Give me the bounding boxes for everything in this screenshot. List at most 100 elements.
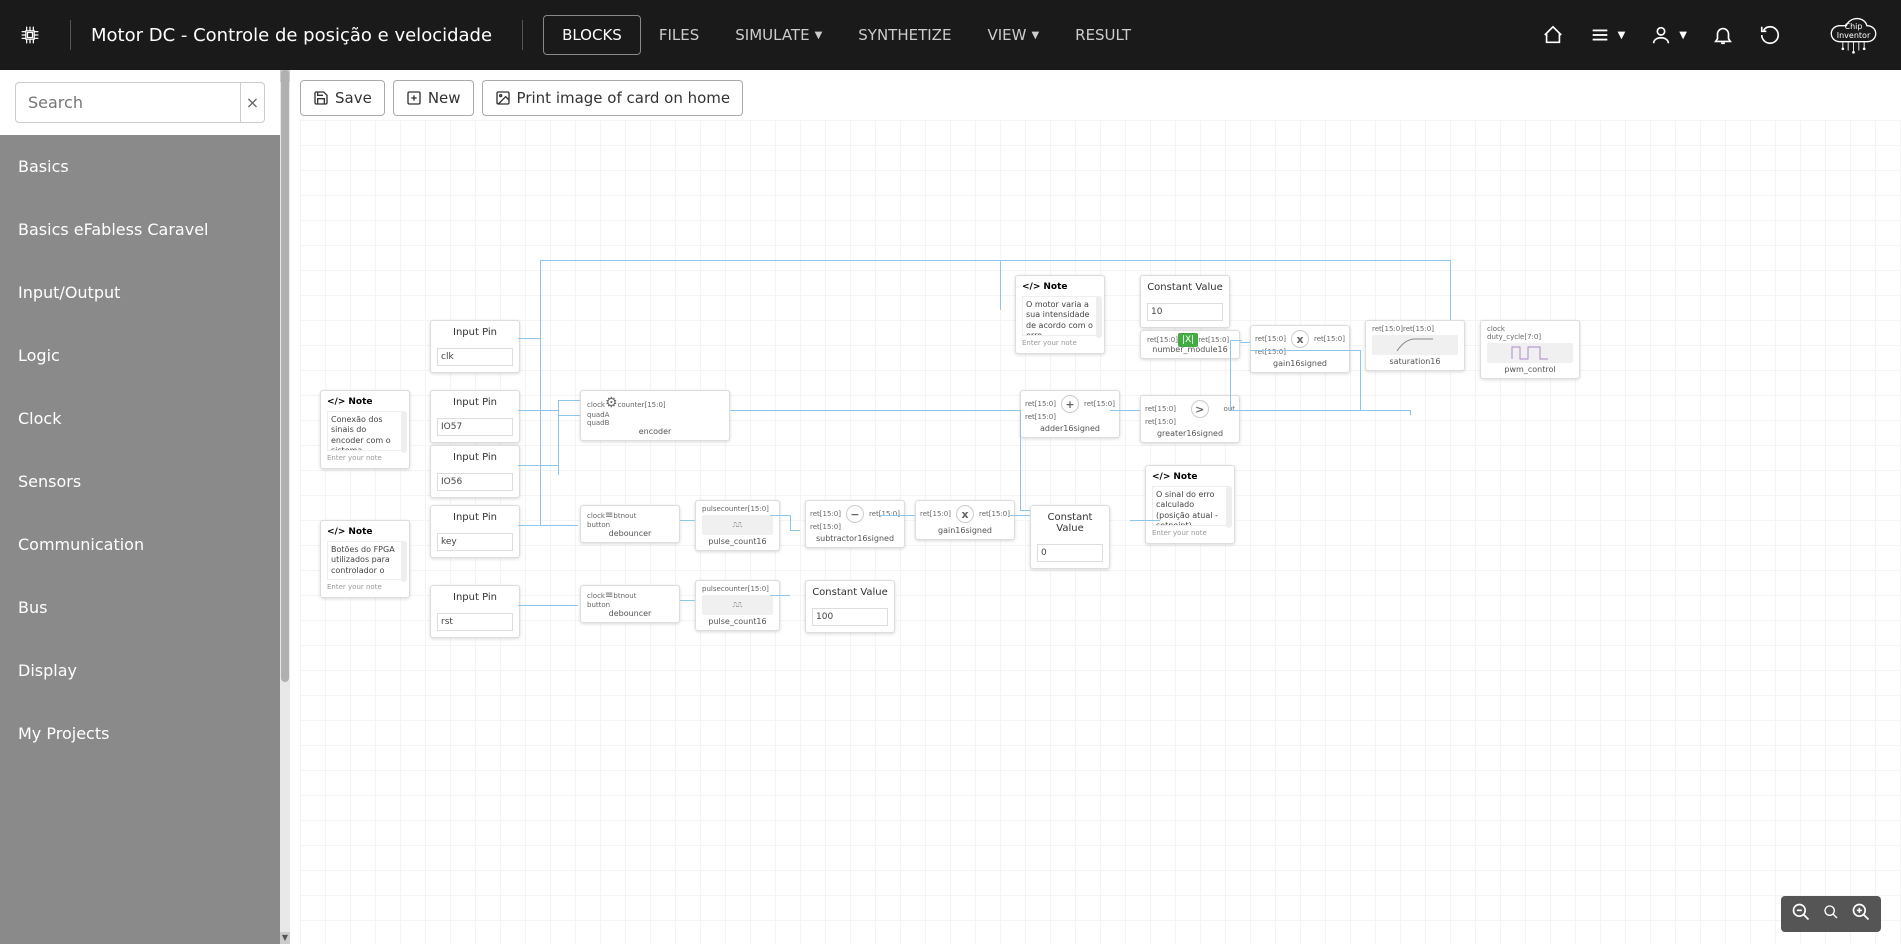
note-text[interactable]: O motor varia a sua intensidade de acord… — [1022, 296, 1098, 336]
clear-search-button[interactable]: × — [241, 82, 265, 123]
nav-files[interactable]: FILES — [641, 16, 717, 54]
node-gain-upper[interactable]: ret[15:0]xret[15:0] ret[15:0] gain16sign… — [1250, 325, 1350, 373]
cat-basics[interactable]: Basics — [0, 135, 280, 198]
user-icon[interactable] — [1650, 24, 1672, 46]
note-text[interactable]: Conexão dos sinais do encoder com o sist… — [327, 411, 403, 451]
node-value[interactable]: 0 — [1037, 544, 1103, 562]
node-greater[interactable]: ret[15:0]>out ret[15:0] greater16signed — [1140, 395, 1240, 443]
cat-input-output[interactable]: Input/Output — [0, 261, 280, 324]
nav-result[interactable]: RESULT — [1057, 16, 1149, 54]
save-button[interactable]: Save — [300, 80, 385, 116]
node-value[interactable]: IO57 — [437, 418, 513, 436]
node-subtractor[interactable]: ret[15:0]−ret[15:0] ret[15:0] subtractor… — [805, 500, 905, 548]
cat-sensors[interactable]: Sensors — [0, 450, 280, 513]
bell-icon[interactable] — [1712, 24, 1734, 46]
node-value[interactable]: 10 — [1147, 303, 1223, 321]
cat-display[interactable]: Display — [0, 639, 280, 702]
history-icon[interactable] — [1759, 24, 1781, 46]
plus-square-icon — [406, 90, 422, 106]
note-placeholder[interactable]: Enter your note — [327, 583, 403, 591]
divider — [70, 20, 71, 50]
node-value[interactable]: key — [437, 533, 513, 551]
logo[interactable]: ChipInventor — [1826, 15, 1881, 55]
encoder-icon: ⚙ — [605, 395, 618, 411]
zoom-reset-icon[interactable] — [1823, 904, 1839, 924]
home-icon[interactable] — [1542, 24, 1564, 46]
note-placeholder[interactable]: Enter your note — [1022, 339, 1098, 347]
note-scroll[interactable] — [1096, 296, 1102, 338]
note-scroll[interactable] — [1226, 486, 1232, 528]
print-button[interactable]: Print image of card on home — [482, 80, 744, 116]
chip-icon[interactable] — [20, 25, 40, 45]
cat-basics-efabless[interactable]: Basics eFabless Caravel — [0, 198, 280, 261]
node-value[interactable]: rst — [437, 613, 513, 631]
note-motor[interactable]: </>Note O motor varia a sua intensidade … — [1015, 275, 1105, 354]
nav-view[interactable]: VIEW▼ — [969, 16, 1057, 54]
node-debouncer-1[interactable]: clock≡btnout button debouncer — [580, 505, 680, 543]
note-label: Note — [1173, 472, 1197, 482]
node-constant-0[interactable]: Constant Value 0 — [1030, 505, 1110, 569]
minus-icon: − — [846, 505, 864, 523]
cat-communication[interactable]: Communication — [0, 513, 280, 576]
node-constant-100[interactable]: Constant Value 100 — [805, 580, 895, 633]
save-label: Save — [335, 89, 372, 107]
category-list[interactable]: Basics Basics eFabless Caravel Input/Out… — [0, 135, 280, 944]
search-input[interactable] — [15, 82, 241, 123]
port-label: pulse — [702, 585, 721, 593]
note-buttons[interactable]: </>Note Botões do FPGA utilizados para c… — [320, 520, 410, 598]
note-encoder[interactable]: </>Note Conexão dos sinais do encoder co… — [320, 390, 410, 469]
node-pwm[interactable]: clock duty_cycle[7:0] pwm_control — [1480, 320, 1580, 379]
note-placeholder[interactable]: Enter your note — [327, 454, 403, 462]
node-input-pin-io56[interactable]: Input Pin IO56 — [430, 445, 520, 498]
scroll-down-icon[interactable]: ▼ — [280, 932, 290, 944]
node-encoder[interactable]: clock⚙counter[15:0] quadA quadB encoder — [580, 390, 730, 441]
node-label: pulse_count16 — [702, 617, 773, 626]
note-scroll[interactable] — [401, 541, 407, 582]
nav-simulate[interactable]: SIMULATE▼ — [717, 16, 840, 54]
node-input-pin-io57[interactable]: Input Pin IO57 — [430, 390, 520, 443]
nav-synthetize[interactable]: SYNTHETIZE — [840, 16, 969, 54]
node-pulse-count-2[interactable]: pulsecounter[15:0] ⎍⎍ pulse_count16 — [695, 580, 780, 631]
node-pulse-count-1[interactable]: pulsecounter[15:0] ⎍⎍ pulse_count16 — [695, 500, 780, 551]
menu-icon[interactable] — [1589, 24, 1611, 46]
note-scroll[interactable] — [401, 411, 407, 453]
new-button[interactable]: New — [393, 80, 474, 116]
node-value[interactable]: 100 — [812, 608, 888, 626]
zoom-in-icon[interactable] — [1851, 902, 1871, 926]
wire — [1130, 520, 1160, 521]
node-value[interactable]: clk — [437, 348, 513, 366]
node-constant-10[interactable]: Constant Value 10 — [1140, 275, 1230, 328]
node-value[interactable]: IO56 — [437, 473, 513, 491]
node-title: Input Pin — [431, 586, 519, 609]
cat-logic[interactable]: Logic — [0, 324, 280, 387]
node-adder[interactable]: ret[15:0]+ret[15:0] ret[15:0] adder16sig… — [1020, 390, 1120, 438]
node-saturation[interactable]: ret[15:0]ret[15:0] saturation16 — [1365, 320, 1465, 371]
cat-bus[interactable]: Bus — [0, 576, 280, 639]
note-error[interactable]: </>Note O sinal do erro calculado (posiç… — [1145, 465, 1235, 544]
note-text[interactable]: O sinal do erro calculado (posição atual… — [1152, 486, 1228, 526]
scroll-thumb[interactable] — [281, 70, 289, 682]
node-input-pin-rst[interactable]: Input Pin rst — [430, 585, 520, 638]
sidebar-scrollbar[interactable]: ▲ ▼ — [280, 70, 290, 944]
cat-clock[interactable]: Clock — [0, 387, 280, 450]
port-label: ret[15:0] — [1145, 418, 1176, 426]
node-input-pin-key[interactable]: Input Pin key — [430, 505, 520, 558]
nav-blocks[interactable]: BLOCKS — [543, 15, 641, 55]
node-debouncer-2[interactable]: clock≡btnout button debouncer — [580, 585, 680, 623]
wire — [1250, 350, 1360, 351]
note-placeholder[interactable]: Enter your note — [1152, 529, 1228, 537]
wire — [518, 338, 540, 339]
node-label: adder16signed — [1025, 424, 1115, 433]
node-input-pin-clk[interactable]: Input Pin clk — [430, 320, 520, 373]
port-label: pulse — [702, 505, 721, 513]
node-label: saturation16 — [1372, 357, 1458, 366]
note-text[interactable]: Botões do FPGA utilizados para controlad… — [327, 541, 403, 580]
cat-my-projects[interactable]: My Projects — [0, 702, 280, 765]
zoom-out-icon[interactable] — [1791, 902, 1811, 926]
wire — [1360, 350, 1361, 410]
port-label: ret[15:0] — [1025, 400, 1056, 408]
wire — [518, 410, 558, 411]
canvas[interactable]: Save New Print image of card on home — [290, 70, 1901, 944]
node-number-module[interactable]: ret[15:0]|X|ret[15:0] number_module16 — [1140, 330, 1240, 359]
node-gain-lower[interactable]: ret[15:0]xret[15:0] gain16signed — [915, 500, 1015, 540]
